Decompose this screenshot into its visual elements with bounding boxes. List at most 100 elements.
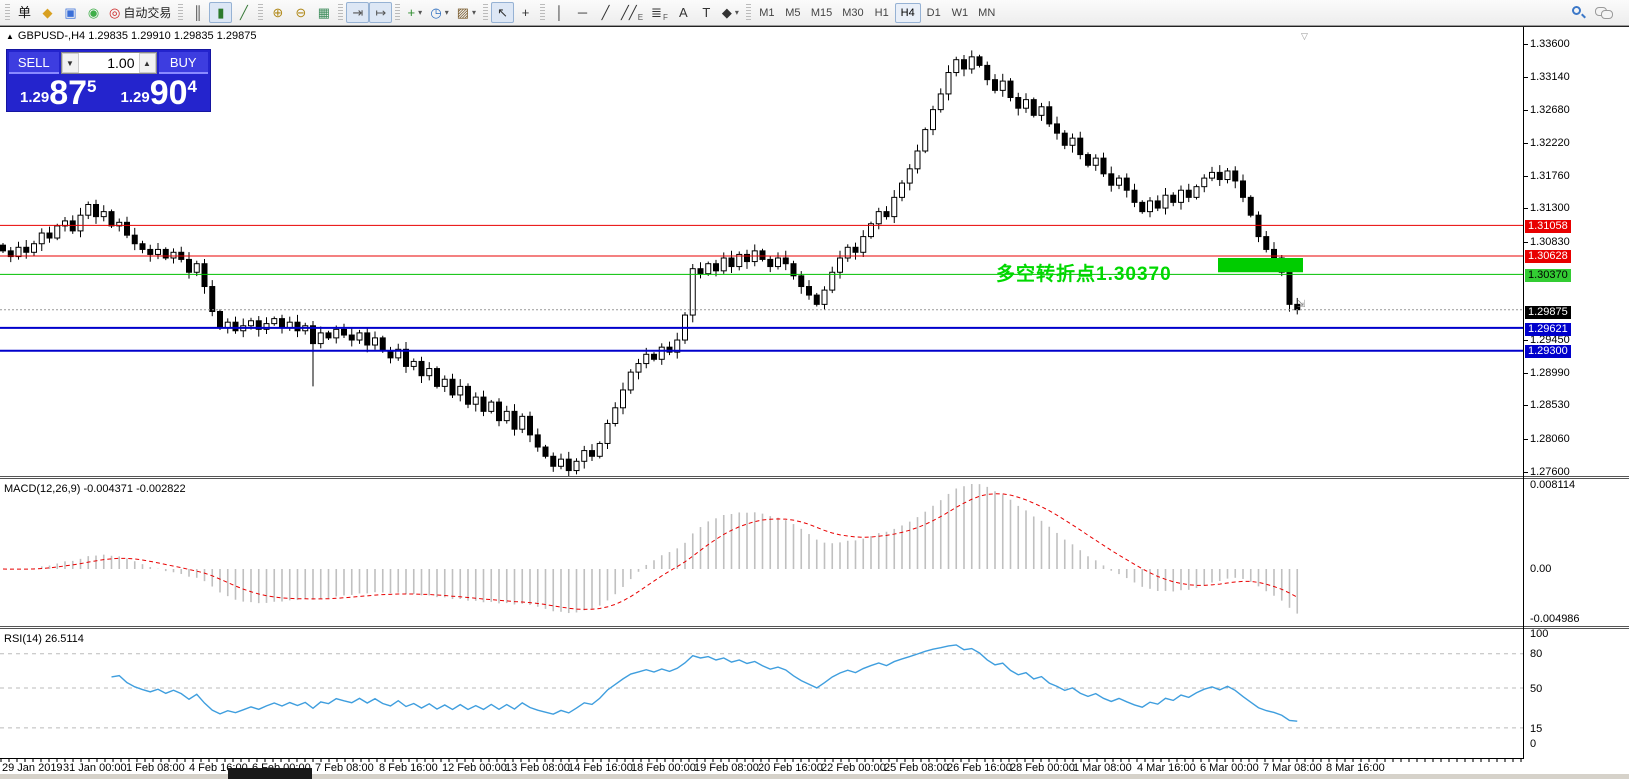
- toolbar-grip[interactable]: [5, 4, 10, 22]
- market-watch-glyph: ▣: [64, 6, 76, 19]
- bar-chart-glyph: ║: [193, 6, 202, 19]
- new-order-icon[interactable]: 单: [13, 2, 36, 23]
- chevron-down-icon[interactable]: ▾: [472, 9, 476, 17]
- equidistant-channel-sub: E: [638, 14, 643, 22]
- axis-tick: [1524, 208, 1528, 209]
- volume-decrease-button[interactable]: ▼: [62, 53, 79, 73]
- toolbar-grip[interactable]: [395, 4, 400, 22]
- collapse-triangle-icon[interactable]: ▲: [6, 32, 14, 41]
- horizontal-line-glyph: ─: [578, 6, 587, 19]
- tile-windows-icon[interactable]: ▦: [312, 2, 335, 23]
- axis-label: 1.33140: [1530, 71, 1570, 83]
- timeframe-h1[interactable]: H1: [869, 3, 895, 23]
- volume-input[interactable]: [79, 53, 139, 73]
- bar-chart-icon[interactable]: ║: [186, 2, 209, 23]
- tile-windows-glyph: ▦: [318, 6, 330, 19]
- cursor-glyph: ↖: [497, 6, 508, 19]
- time-label: 20 Feb 16:00: [758, 762, 823, 774]
- pivot-annotation[interactable]: 多空转折点1.30370: [996, 259, 1172, 286]
- history-icon[interactable]: ◆: [36, 2, 59, 23]
- text-icon[interactable]: A: [672, 2, 695, 23]
- axis-label: 0.008114: [1530, 479, 1575, 491]
- axis-label: 1.32220: [1530, 137, 1570, 149]
- axis-tick: [1524, 143, 1528, 144]
- periods-icon[interactable]: ◷▾: [426, 2, 452, 23]
- axis-tick: [1524, 472, 1528, 473]
- timeframe-d1[interactable]: D1: [921, 3, 947, 23]
- sell-price-sup: 5: [87, 77, 96, 97]
- search-icon[interactable]: [1572, 6, 1585, 19]
- toolbar-grip[interactable]: [338, 4, 343, 22]
- time-label: 12 Feb 00:00: [442, 762, 507, 774]
- market-watch-icon[interactable]: ▣: [59, 2, 82, 23]
- autotrading-label: 自动交易: [123, 7, 171, 19]
- templates-icon[interactable]: ▨▾: [453, 2, 480, 23]
- zoom-in-icon[interactable]: ⊕: [266, 2, 289, 23]
- crosshair-icon[interactable]: +: [514, 2, 537, 23]
- toolbar-grip[interactable]: [746, 4, 751, 22]
- axis-label: 1.28530: [1530, 399, 1570, 411]
- axis-label: 1.30830: [1530, 236, 1570, 248]
- signals-icon[interactable]: ◉: [82, 2, 105, 23]
- templates-glyph: ▨: [457, 6, 469, 19]
- buy-price-big: 90: [150, 78, 188, 109]
- axis-border: [1523, 27, 1524, 758]
- toolbar-grip[interactable]: [178, 4, 183, 22]
- toolbar-grip[interactable]: [258, 4, 263, 22]
- timeframe-m30[interactable]: M30: [837, 3, 868, 23]
- axis-label: 15: [1530, 723, 1542, 735]
- arrows-icon[interactable]: ◆▾: [718, 2, 743, 23]
- time-label: 22 Feb 00:00: [821, 762, 886, 774]
- auto-scroll-icon[interactable]: ⇥: [346, 2, 369, 23]
- line-chart-icon[interactable]: ╱: [232, 2, 255, 23]
- vertical-line-glyph: │: [555, 6, 563, 19]
- vertical-line-icon[interactable]: │: [548, 2, 571, 23]
- timeframe-m15[interactable]: M15: [806, 3, 837, 23]
- sell-button[interactable]: SELL: [9, 52, 59, 74]
- axis-label: 1.27600: [1530, 466, 1570, 478]
- chat-icon[interactable]: [1595, 7, 1613, 19]
- timeframe-m5[interactable]: M5: [780, 3, 806, 23]
- text-glyph: A: [679, 6, 688, 19]
- timeframe-m1[interactable]: M1: [754, 3, 780, 23]
- text-label-glyph: T: [702, 6, 710, 19]
- buy-button[interactable]: BUY: [159, 52, 209, 74]
- time-label: 8 Mar 16:00: [1326, 762, 1385, 774]
- timeframe-mn[interactable]: MN: [973, 3, 1000, 23]
- axis-label: 50: [1530, 683, 1542, 695]
- chevron-down-icon[interactable]: ▾: [445, 9, 449, 17]
- indicators-icon[interactable]: +▾: [403, 2, 426, 23]
- buy-price-small: 1.29: [121, 89, 150, 106]
- periods-glyph: ◷: [430, 6, 441, 19]
- cursor-icon[interactable]: ↖: [491, 2, 514, 23]
- rsi-panel[interactable]: [0, 629, 1523, 758]
- equidistant-channel-icon[interactable]: ╱╱E: [617, 2, 647, 23]
- zoom-out-icon[interactable]: ⊖: [289, 2, 312, 23]
- axis-tick: [1524, 176, 1528, 177]
- volume-increase-button[interactable]: ▲: [139, 53, 156, 73]
- price-chart[interactable]: [0, 27, 1523, 476]
- candlestick-chart-icon[interactable]: ▮: [209, 2, 232, 23]
- chevron-down-icon[interactable]: ▾: [735, 9, 739, 17]
- timeframe-w1[interactable]: W1: [947, 3, 974, 23]
- price-level-badge: 1.29300: [1525, 345, 1571, 358]
- chevron-down-icon[interactable]: ▾: [418, 9, 422, 17]
- buy-price[interactable]: 1.29904: [110, 75, 209, 110]
- fibonacci-icon[interactable]: ≣F: [647, 2, 672, 23]
- toolbar-grip[interactable]: [483, 4, 488, 22]
- chart-shift-marker-icon[interactable]: ▽: [1301, 31, 1308, 42]
- time-label: 28 Feb 00:00: [1010, 762, 1075, 774]
- toolbar-grip[interactable]: [540, 4, 545, 22]
- sell-price[interactable]: 1.29875: [9, 75, 108, 110]
- chart-window: ▲ GBPUSD-,H4 1.29835 1.29910 1.29835 1.2…: [0, 26, 1629, 779]
- axis-label: 1.32680: [1530, 104, 1570, 116]
- macd-panel[interactable]: [0, 479, 1523, 626]
- autotrading-button[interactable]: ◎自动交易: [105, 2, 175, 23]
- price-level-badge: 1.30628: [1525, 250, 1571, 263]
- time-label: 8 Feb 16:00: [379, 762, 438, 774]
- chart-shift-icon[interactable]: ↦: [369, 2, 392, 23]
- timeframe-h4[interactable]: H4: [895, 3, 921, 23]
- trendline-icon[interactable]: ╱: [594, 2, 617, 23]
- horizontal-line-icon[interactable]: ─: [571, 2, 594, 23]
- text-label-icon[interactable]: T: [695, 2, 718, 23]
